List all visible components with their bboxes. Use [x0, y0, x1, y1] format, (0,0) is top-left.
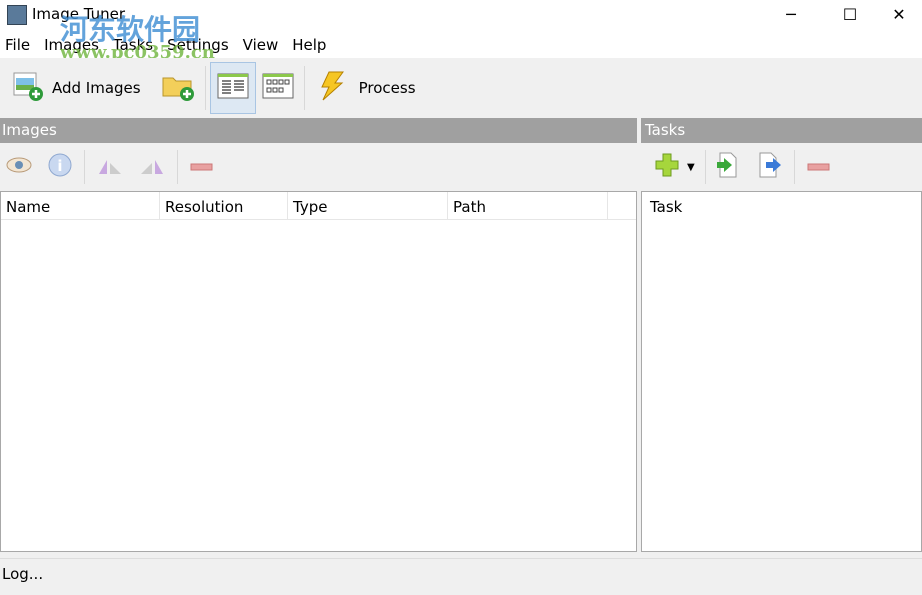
tasks-list[interactable]: Task — [641, 191, 922, 552]
column-name[interactable]: Name — [1, 192, 160, 219]
rotate-left-icon[interactable] — [97, 155, 123, 179]
app-icon — [7, 5, 27, 25]
minimize-button[interactable]: ─ — [768, 4, 814, 28]
column-type[interactable]: Type — [288, 192, 448, 219]
thumbnail-view-button[interactable] — [256, 62, 300, 114]
log-text: Log... — [2, 565, 44, 583]
list-view-button[interactable] — [209, 61, 256, 114]
rotate-right-icon[interactable] — [139, 155, 165, 179]
toolbar-separator — [204, 65, 206, 110]
images-list[interactable]: Name Resolution Type Path — [0, 191, 637, 552]
images-subtoolbar: i — [0, 143, 637, 191]
thumbnail-view-icon — [262, 72, 294, 104]
add-task-icon[interactable] — [655, 153, 679, 181]
tasks-subtoolbar: ▼ — [641, 143, 922, 191]
toolbar-separator — [303, 65, 305, 110]
menu-help[interactable]: Help — [292, 32, 333, 58]
maximize-button[interactable]: ☐ — [827, 4, 873, 28]
separator — [84, 150, 85, 184]
add-images-label: Add Images — [52, 78, 141, 97]
tasks-panel-header: Tasks — [641, 118, 922, 143]
separator — [793, 150, 795, 184]
add-image-icon — [12, 70, 44, 106]
log-bar[interactable]: Log... — [0, 558, 922, 595]
process-button[interactable]: Process — [309, 62, 422, 114]
add-folder-button[interactable] — [155, 62, 201, 114]
column-path[interactable]: Path — [448, 192, 608, 219]
import-task-icon[interactable] — [716, 152, 738, 182]
remove-image-icon[interactable] — [190, 158, 214, 176]
preview-eye-icon[interactable] — [6, 156, 36, 178]
lightning-icon — [315, 70, 347, 106]
main-toolbar: Add Images Process — [0, 58, 922, 117]
add-task-dropdown-icon[interactable]: ▼ — [687, 162, 695, 173]
svg-text:i: i — [57, 157, 62, 175]
menu-file[interactable]: File — [5, 32, 37, 58]
export-task-icon[interactable] — [758, 152, 782, 182]
process-label: Process — [358, 78, 416, 97]
add-images-button[interactable]: Add Images — [6, 62, 147, 114]
close-button[interactable]: ✕ — [876, 4, 922, 28]
remove-task-icon[interactable] — [807, 158, 831, 176]
separator — [704, 150, 706, 184]
column-task[interactable]: Task — [642, 192, 687, 220]
info-icon[interactable]: i — [48, 153, 72, 181]
images-panel-header: Images — [0, 118, 637, 143]
column-resolution[interactable]: Resolution — [160, 192, 288, 219]
menu-view[interactable]: View — [243, 32, 286, 58]
add-folder-icon — [161, 70, 195, 106]
details-view-icon — [217, 72, 249, 104]
separator — [177, 150, 178, 184]
